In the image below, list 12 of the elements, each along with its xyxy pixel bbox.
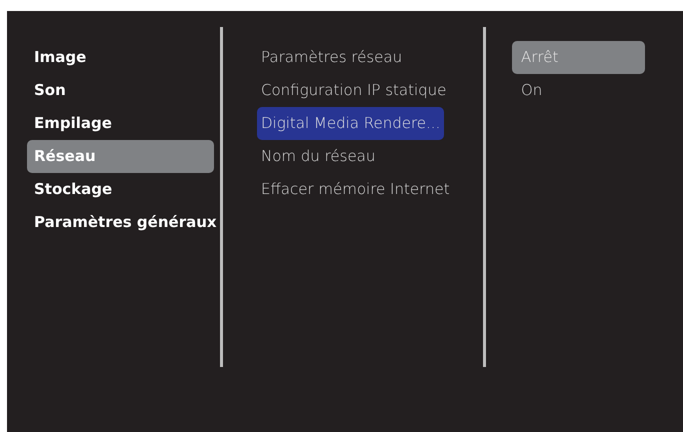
menu-item[interactable]: Réseau xyxy=(27,140,214,173)
menu-item[interactable]: Effacer mémoire Internet xyxy=(257,173,454,206)
menu-item[interactable]: Digital Media Rendere... xyxy=(257,107,444,140)
menu-item[interactable]: Empilage xyxy=(27,107,214,140)
menu-item[interactable]: Nom du réseau xyxy=(257,140,380,173)
menu-item[interactable]: Configuration IP statique xyxy=(257,74,450,107)
menu-item[interactable]: Paramètres généraux xyxy=(27,206,214,239)
menu-item[interactable]: Image xyxy=(27,41,214,74)
menu-item[interactable]: Son xyxy=(27,74,214,107)
menu-item[interactable]: Paramètres réseau xyxy=(257,41,406,74)
menu-item[interactable]: On xyxy=(512,74,645,107)
menu-item[interactable]: Stockage xyxy=(27,173,214,206)
